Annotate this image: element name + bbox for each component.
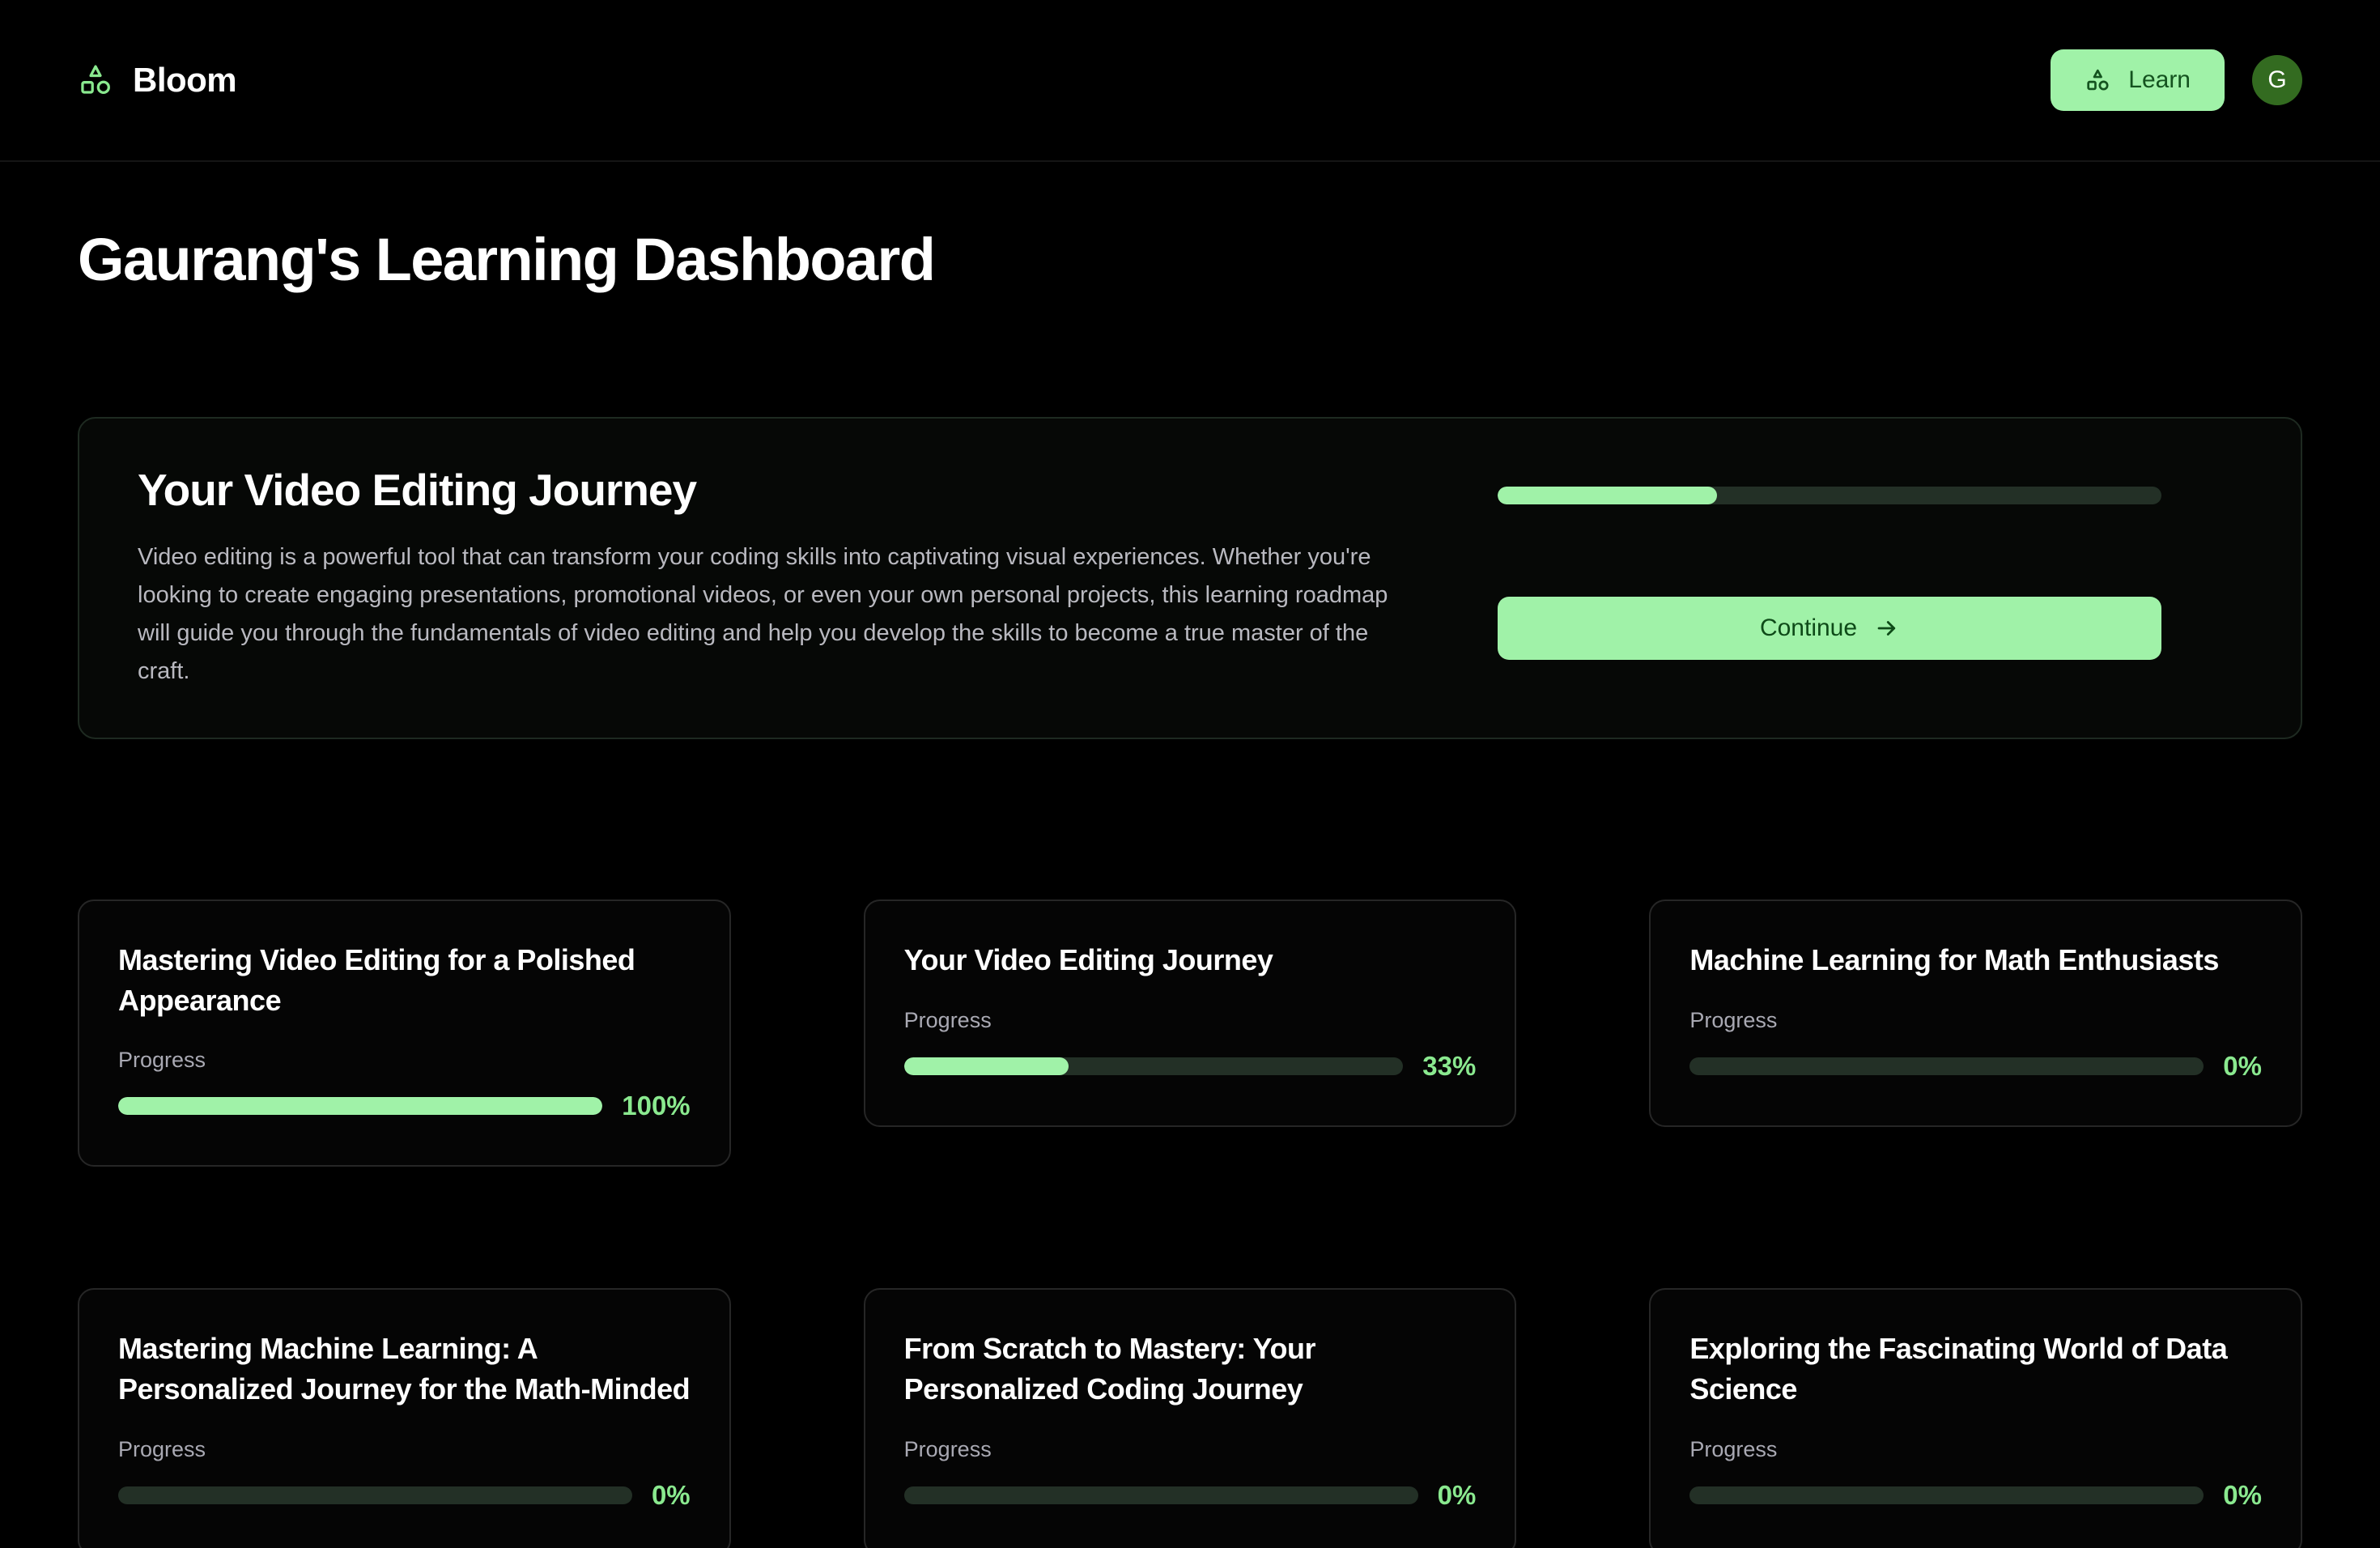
course-card[interactable]: From Scratch to Mastery: Your Personaliz… bbox=[863, 1288, 1517, 1548]
current-journey-actions: Continue bbox=[1498, 464, 2161, 660]
current-journey-title: Your Video Editing Journey bbox=[138, 465, 697, 515]
course-cards-grid: Mastering Video Editing for a Polished A… bbox=[78, 899, 2302, 1548]
course-card-progress-value: 100% bbox=[622, 1091, 691, 1121]
course-card-progress-row: 100% bbox=[118, 1091, 691, 1121]
course-card-progress-track bbox=[1689, 1486, 2204, 1504]
course-card-progress-fill bbox=[118, 1097, 603, 1116]
course-card-title: Machine Learning for Math Enthusiasts bbox=[1689, 942, 2219, 976]
course-card[interactable]: Mastering Video Editing for a Polished A… bbox=[78, 899, 731, 1167]
course-card-progress-track bbox=[118, 1097, 603, 1116]
avatar-initial: G bbox=[2267, 66, 2287, 93]
course-card-progress-value: 0% bbox=[1437, 1479, 1477, 1510]
header-actions: Learn G bbox=[2051, 49, 2302, 111]
app-header: Bloom Learn G bbox=[0, 0, 2380, 162]
course-card-progress-row: 0% bbox=[118, 1480, 691, 1511]
course-card-progress-track bbox=[903, 1486, 1418, 1504]
current-journey-progress-track bbox=[1498, 487, 2161, 504]
course-card-progress-track bbox=[903, 1057, 1404, 1075]
course-card-progress-label: Progress bbox=[118, 1436, 206, 1461]
course-card-progress-row: 0% bbox=[1689, 1480, 2262, 1511]
current-journey-description: Video editing is a powerful tool that ca… bbox=[138, 544, 1388, 684]
course-card-progress-row: 0% bbox=[903, 1479, 1477, 1511]
course-card-progress-label: Progress bbox=[903, 1007, 992, 1032]
continue-button[interactable]: Continue bbox=[1498, 597, 2161, 660]
course-card-progress-label: Progress bbox=[1689, 1007, 1778, 1032]
course-card-title: Mastering Video Editing for a Polished A… bbox=[118, 942, 635, 1017]
course-card-progress-fill bbox=[903, 1057, 1069, 1075]
course-card-progress-label: Progress bbox=[1689, 1436, 1778, 1461]
continue-button-label: Continue bbox=[1759, 615, 1858, 641]
page-title: Gaurang's Learning Dashboard bbox=[78, 226, 936, 293]
shapes-icon bbox=[81, 65, 110, 94]
course-card[interactable]: Mastering Machine Learning: A Personaliz… bbox=[78, 1288, 731, 1548]
course-card[interactable]: Machine Learning for Math Enthusiasts Pro… bbox=[1649, 899, 2302, 1127]
current-journey-card: Your Video Editing Journey Video editing… bbox=[78, 417, 2302, 739]
course-card-progress-value: 0% bbox=[2223, 1479, 2262, 1510]
course-card-progress-label: Progress bbox=[118, 1048, 206, 1073]
current-journey-progress-fill bbox=[1498, 487, 1717, 504]
course-card[interactable]: Exploring the Fascinating World of Data … bbox=[1649, 1288, 2302, 1548]
shapes-icon bbox=[2087, 69, 2109, 91]
course-card-progress-track bbox=[118, 1486, 632, 1504]
course-card-title: Mastering Machine Learning: A Personaliz… bbox=[118, 1332, 691, 1406]
current-journey-text: Your Video Editing Journey Video editing… bbox=[138, 464, 1449, 691]
course-card-progress-label: Progress bbox=[903, 1436, 992, 1461]
learn-button-label: Learn bbox=[2128, 66, 2191, 93]
course-card-progress-track bbox=[1689, 1057, 2204, 1075]
course-card-progress-value: 33% bbox=[1422, 1050, 1477, 1081]
brand[interactable]: Bloom bbox=[78, 61, 237, 100]
learn-button[interactable]: Learn bbox=[2051, 49, 2225, 111]
course-card-progress-value: 0% bbox=[651, 1479, 691, 1510]
brand-name: Bloom bbox=[133, 61, 237, 99]
course-card-title: From Scratch to Mastery: Your Personaliz… bbox=[903, 1332, 1316, 1406]
avatar[interactable]: G bbox=[2252, 55, 2302, 105]
course-card-progress-row: 0% bbox=[1689, 1051, 2262, 1082]
course-card[interactable]: Your Video Editing Journey Progress 33% bbox=[863, 899, 1517, 1127]
arrow-right-icon bbox=[1877, 621, 1896, 636]
course-card-progress-row: 33% bbox=[903, 1050, 1477, 1082]
page-body: Gaurang's Learning Dashboard Your Video … bbox=[0, 225, 2380, 1548]
course-card-title: Exploring the Fascinating World of Data … bbox=[1689, 1332, 2228, 1406]
course-card-progress-value: 0% bbox=[2223, 1050, 2262, 1081]
course-card-title: Your Video Editing Journey bbox=[903, 942, 1273, 976]
